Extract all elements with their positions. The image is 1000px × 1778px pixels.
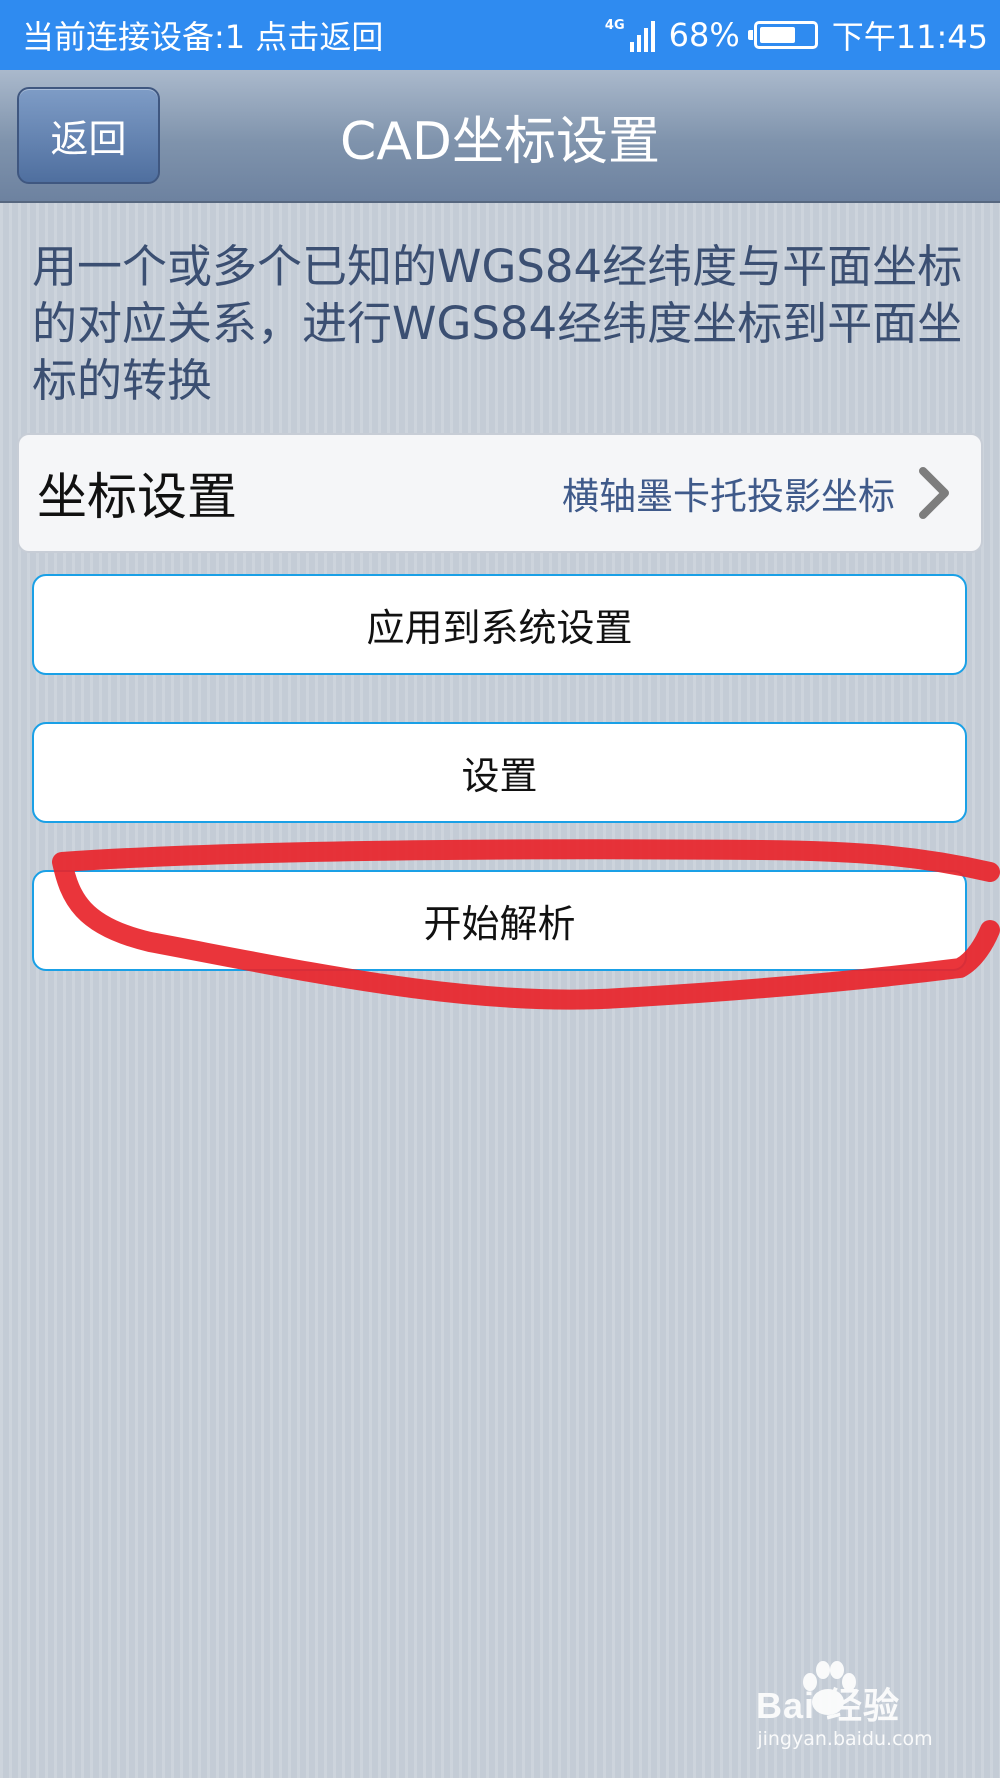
battery-percentage: 68% xyxy=(668,16,740,54)
signal-icon: 4G xyxy=(605,18,655,52)
watermark-url: jingyan.baidu.com xyxy=(757,1728,933,1750)
network-type-label: 4G xyxy=(604,18,625,33)
coordinate-setting-label: 坐标设置 xyxy=(37,468,237,526)
battery-fill xyxy=(759,27,796,43)
status-bar: 当前连接设备:1 点击返回 4G 68% 下午11:45 xyxy=(0,0,1000,70)
status-connection-text[interactable]: 当前连接设备:1 点击返回 xyxy=(22,12,383,58)
baidu-jingyan-watermark: Bai 经验 jingyan.baidu.com xyxy=(745,1658,945,1750)
status-indicators: 4G 68% 下午11:45 xyxy=(605,12,988,58)
back-button[interactable]: 返回 xyxy=(17,87,160,184)
clock-time: 下午11:45 xyxy=(831,18,988,56)
coordinate-setting-value: 横轴墨卡托投影坐标 xyxy=(562,475,895,518)
title-bar: 返回 CAD坐标设置 xyxy=(0,70,1000,203)
watermark-brand: Bai 经验 xyxy=(755,1685,901,1726)
start-parsing-button[interactable]: 开始解析 xyxy=(32,870,967,971)
battery-icon xyxy=(747,21,818,49)
description-text: 用一个或多个已知的WGS84经纬度与平面坐标的对应关系，进行WGS84经纬度坐标… xyxy=(32,240,963,407)
page-title: CAD坐标设置 xyxy=(340,112,660,172)
settings-button[interactable]: 设置 xyxy=(32,722,967,823)
apply-to-system-settings-button[interactable]: 应用到系统设置 xyxy=(32,574,967,675)
coordinate-setting-row[interactable]: 坐标设置 横轴墨卡托投影坐标 xyxy=(17,433,983,553)
baidu-logo: Bai 经验 xyxy=(745,1658,945,1724)
chevron-right-icon xyxy=(917,467,951,519)
